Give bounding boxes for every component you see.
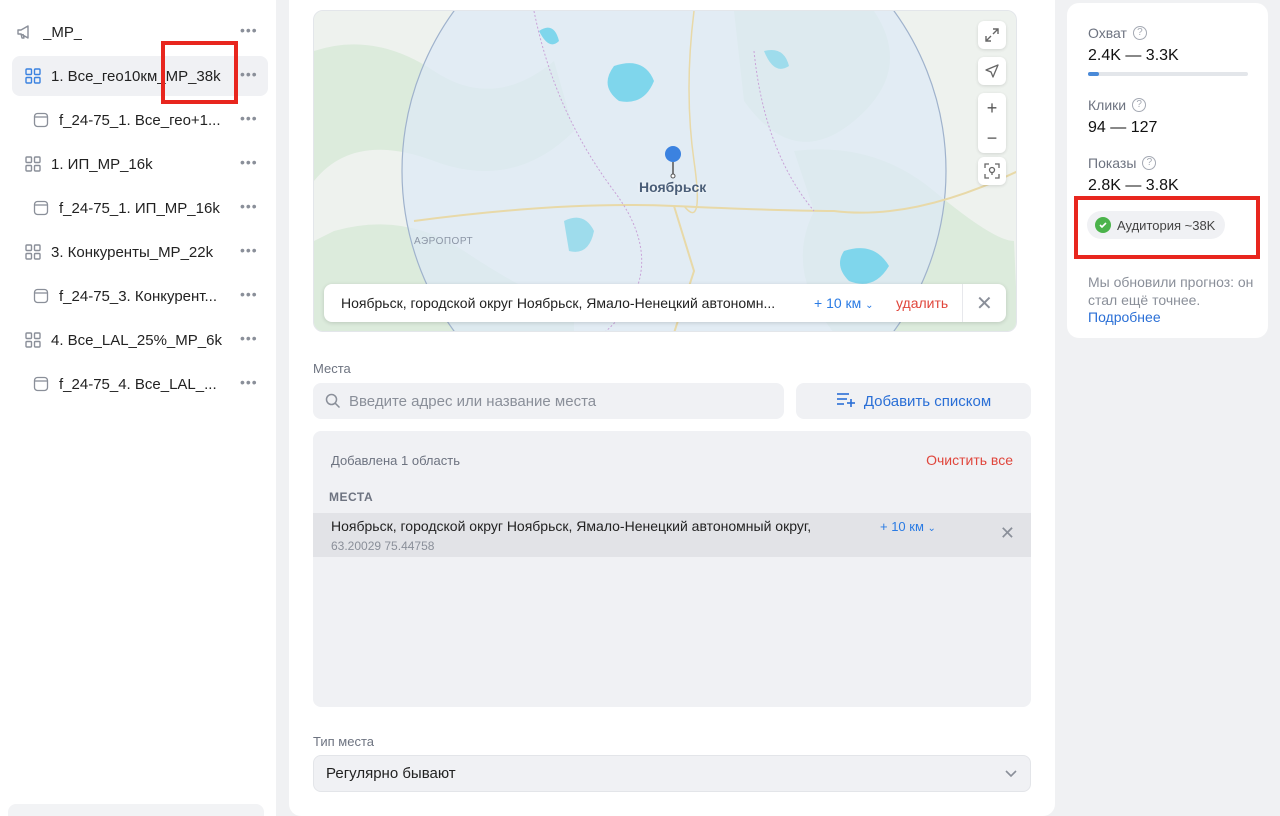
place-type-select[interactable]: Регулярно бывают bbox=[313, 755, 1031, 792]
added-places-panel: Добавлена 1 область Очистить все МЕСТА Н… bbox=[313, 431, 1031, 707]
places-label: Места bbox=[313, 361, 351, 376]
tree-item-label: f_24-75_1. Все_гео+1... bbox=[59, 112, 221, 129]
more-icon[interactable]: ••• bbox=[240, 243, 257, 260]
chevron-down-icon: ⌄ bbox=[927, 523, 936, 534]
megaphone-icon bbox=[16, 23, 34, 41]
search-icon bbox=[325, 393, 341, 414]
impressions-label: Показы ? bbox=[1088, 155, 1157, 171]
geo-target-icon[interactable] bbox=[978, 157, 1006, 185]
reach-progress-bar bbox=[1088, 72, 1248, 76]
forecast-panel: Охват ? 2.4K — 3.3K Клики ? 94 — 127 Пок… bbox=[1067, 3, 1268, 338]
check-circle-icon bbox=[1095, 217, 1111, 233]
location-address: Ноябрьск, городской округ Ноябрьск, Ямал… bbox=[341, 295, 776, 311]
place-type-value: Регулярно бывают bbox=[326, 765, 456, 782]
banner-icon bbox=[32, 375, 50, 393]
place-radius-dropdown[interactable]: + 10 км ⌄ bbox=[880, 519, 936, 534]
more-icon[interactable]: ••• bbox=[240, 331, 257, 348]
clicks-value: 94 — 127 bbox=[1088, 119, 1158, 136]
tree-item-banner[interactable]: f_24-75_3. Конкурент... ••• bbox=[12, 276, 268, 316]
tree-item-label: f_24-75_1. ИП_MP_16k bbox=[59, 200, 220, 217]
added-count: Добавлена 1 область bbox=[331, 453, 460, 468]
city-label: Ноябрьск bbox=[639, 179, 707, 195]
reach-progress-fill bbox=[1088, 72, 1100, 76]
clicks-label: Клики ? bbox=[1088, 97, 1147, 113]
more-icon[interactable]: ••• bbox=[240, 287, 257, 304]
close-icon[interactable]: ✕ bbox=[976, 291, 993, 316]
audience-badge: Аудитория ~38K bbox=[1087, 211, 1226, 239]
tree-item-label: f_24-75_4. Все_LAL_... bbox=[59, 376, 217, 393]
sidebar-footer bbox=[8, 804, 264, 816]
place-coordinates: 63.20029 75.44758 bbox=[331, 539, 435, 553]
banner-icon bbox=[32, 111, 50, 129]
fullscreen-icon[interactable] bbox=[978, 21, 1006, 49]
help-icon[interactable]: ? bbox=[1132, 26, 1147, 40]
grid-icon bbox=[24, 155, 42, 173]
tree-item-group-active[interactable]: 1. Все_гео10км_MP_38k ••• bbox=[12, 56, 268, 96]
zoom-in-icon[interactable]: + bbox=[987, 98, 998, 119]
tree-item-banner[interactable]: f_24-75_4. Все_LAL_... ••• bbox=[12, 364, 268, 404]
place-radius-value: + 10 км bbox=[880, 519, 924, 534]
help-icon[interactable]: ? bbox=[1142, 156, 1157, 170]
more-icon[interactable]: ••• bbox=[240, 199, 257, 216]
more-info-link[interactable]: Подробнее bbox=[1088, 309, 1161, 325]
tree-item-banner[interactable]: f_24-75_1. Все_гео+1... ••• bbox=[12, 100, 268, 140]
reach-label: Охват ? bbox=[1088, 25, 1147, 41]
campaign-tree-sidebar: _MP_ ••• 1. Все_гео10км_MP_38k ••• f_24-… bbox=[0, 0, 276, 816]
places-section-title: МЕСТА bbox=[329, 490, 374, 504]
zoom-out-icon[interactable]: − bbox=[987, 128, 998, 149]
forecast-update-note: Мы обновили прогноз: он стал ещё точнее. bbox=[1088, 274, 1254, 308]
clear-all-link[interactable]: Очистить все bbox=[926, 452, 1013, 468]
audience-size: Аудитория ~38K bbox=[1117, 217, 1216, 233]
tree-item-label: 1. Все_гео10км_MP_38k bbox=[51, 68, 221, 85]
tree-item-group[interactable]: 4. Все_LAL_25%_MP_6k ••• bbox=[12, 320, 268, 360]
reach-value: 2.4K — 3.3K bbox=[1088, 47, 1179, 64]
airport-label: АЭРОПОРТ bbox=[414, 236, 474, 247]
impressions-value: 2.8K — 3.8K bbox=[1088, 177, 1179, 194]
impressions-label-text: Показы bbox=[1088, 155, 1137, 171]
tree-item-campaign[interactable]: _MP_ ••• bbox=[12, 12, 268, 52]
help-icon[interactable]: ? bbox=[1132, 98, 1147, 112]
grid-icon bbox=[24, 243, 42, 261]
banner-icon bbox=[32, 199, 50, 217]
add-list-button[interactable]: Добавить списком bbox=[796, 383, 1031, 419]
place-name: Ноябрьск, городской округ Ноябрьск, Ямал… bbox=[331, 518, 812, 534]
search-placeholder: Введите адрес или название места bbox=[349, 392, 597, 410]
tree-item-label: 1. ИП_MP_16k bbox=[51, 156, 153, 173]
place-search-input[interactable]: Введите адрес или название места bbox=[313, 383, 784, 419]
grid-icon bbox=[24, 67, 42, 85]
more-icon[interactable]: ••• bbox=[240, 67, 257, 84]
reach-label-text: Охват bbox=[1088, 25, 1127, 41]
tree-item-label: 4. Все_LAL_25%_MP_6k bbox=[51, 332, 222, 349]
locate-icon[interactable] bbox=[978, 57, 1006, 85]
tree-item-group[interactable]: 3. Конкуренты_MP_22k ••• bbox=[12, 232, 268, 272]
radius-value: + 10 км bbox=[814, 295, 862, 311]
more-icon[interactable]: ••• bbox=[240, 23, 257, 40]
radius-dropdown[interactable]: + 10 км ⌄ bbox=[814, 295, 874, 311]
more-icon[interactable]: ••• bbox=[240, 111, 257, 128]
chip-divider bbox=[962, 284, 963, 322]
grid-icon bbox=[24, 331, 42, 349]
add-list-label: Добавить списком bbox=[863, 392, 992, 410]
clicks-label-text: Клики bbox=[1088, 97, 1127, 113]
more-icon[interactable]: ••• bbox=[240, 155, 257, 172]
more-icon[interactable]: ••• bbox=[240, 375, 257, 392]
place-list-item: Ноябрьск, городской округ Ноябрьск, Ямал… bbox=[313, 513, 1031, 557]
tree-item-banner[interactable]: f_24-75_1. ИП_MP_16k ••• bbox=[12, 188, 268, 228]
tree-item-label: f_24-75_3. Конкурент... bbox=[59, 288, 217, 305]
tree-item-label: 3. Конкуренты_MP_22k bbox=[51, 244, 214, 261]
chevron-down-icon: ⌄ bbox=[865, 300, 874, 311]
map-view[interactable]: Ноябрьск АЭРОПОРТ + − Ноябрьск, городско… bbox=[313, 10, 1017, 332]
zoom-controls: + − bbox=[978, 93, 1006, 153]
remove-place-icon[interactable]: ✕ bbox=[1000, 523, 1015, 544]
place-type-label: Тип места bbox=[313, 734, 374, 749]
tree-item-group[interactable]: 1. ИП_MP_16k ••• bbox=[12, 144, 268, 184]
delete-location-link[interactable]: удалить bbox=[896, 295, 948, 311]
banner-icon bbox=[32, 287, 50, 305]
list-add-icon bbox=[836, 391, 856, 411]
chevron-down-icon bbox=[1004, 766, 1018, 780]
tree-item-label: _MP_ bbox=[43, 24, 83, 41]
selected-location-chip: Ноябрьск, городской округ Ноябрьск, Ямал… bbox=[324, 284, 1006, 322]
